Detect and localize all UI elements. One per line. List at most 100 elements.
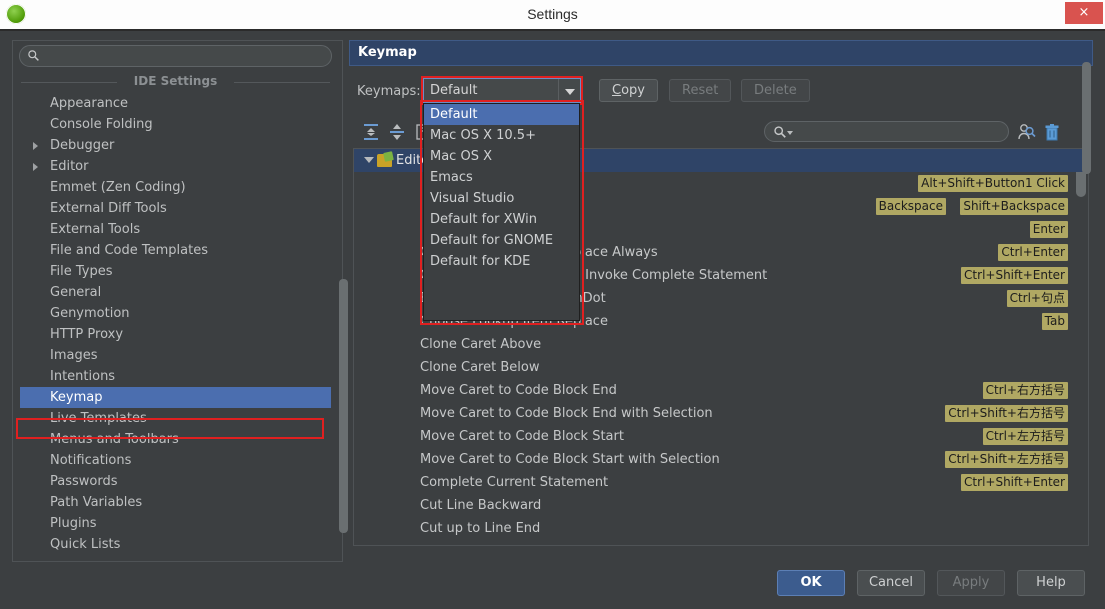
dropdown-option-default-for-kde[interactable]: Default for KDE — [424, 251, 579, 272]
dropdown-option-default-for-xwin[interactable]: Default for XWin — [424, 209, 579, 230]
action-row[interactable]: Complete Current Statement Ctrl+Shift+Ent… — [354, 471, 1088, 494]
sidebar-item-emmet-zen-coding[interactable]: Emmet (Zen Coding) — [20, 177, 331, 198]
help-button[interactable]: Help — [1017, 570, 1085, 596]
action-name: Move Caret to Code Block Start with Sele… — [420, 448, 720, 471]
action-name: Move Caret to Code Block Start — [420, 425, 624, 448]
sidebar-item-editor[interactable]: Editor — [20, 156, 331, 177]
dropdown-option-mac-os-x[interactable]: Mac OS X — [424, 146, 579, 167]
action-name: Move Caret to Code Block End with Select… — [420, 402, 713, 425]
dropdown-option-default-for-gnome[interactable]: Default for GNOME — [424, 230, 579, 251]
keymap-dropdown-list[interactable]: DefaultMac OS X 10.5+Mac OS XEmacsVisual… — [423, 103, 580, 321]
chevron-right-icon[interactable] — [33, 163, 38, 171]
chevron-down-icon[interactable] — [364, 157, 374, 163]
settings-categories-panel: IDE Settings Appearance Console Folding De… — [12, 40, 343, 562]
dialog-button-bar: OK Cancel Apply Help — [0, 567, 1105, 609]
sidebar-item-label: Keymap — [50, 390, 102, 405]
shortcut-badge: Alt+Shift+Button1 Click — [918, 175, 1068, 192]
dropdown-option-default[interactable]: Default — [424, 104, 579, 125]
delete-filter-icon[interactable] — [1042, 122, 1062, 142]
sidebar-item-label: Path Variables — [50, 495, 142, 510]
window-title: Settings — [0, 0, 1105, 29]
action-name: Complete Current Statement — [420, 471, 608, 494]
collapse-all-icon[interactable] — [387, 122, 407, 142]
sidebar-item-label: Plugins — [50, 516, 97, 531]
sidebar-item-label: Images — [50, 348, 98, 363]
sidebar-item-path-variables[interactable]: Path Variables — [20, 492, 331, 513]
settings-tree[interactable]: Appearance Console Folding DebuggerEditor E… — [20, 93, 331, 555]
copy-button[interactable]: Copy — [599, 79, 658, 102]
sidebar-item-general[interactable]: General — [20, 282, 331, 303]
action-row[interactable]: Move Caret to Code Block Start Ctrl+左方括号 — [354, 425, 1088, 448]
sidebar-item-label: HTTP Proxy — [50, 327, 123, 342]
sidebar-item-debugger[interactable]: Debugger — [20, 135, 331, 156]
sidebar-item-quick-lists[interactable]: Quick Lists — [20, 534, 331, 555]
dropdown-option-mac-os-x-10-5[interactable]: Mac OS X 10.5+ — [424, 125, 579, 146]
search-input[interactable] — [19, 45, 332, 67]
sidebar-item-label: Appearance — [50, 96, 128, 111]
detail-header: Keymap — [349, 40, 1093, 66]
sidebar-item-label: Emmet (Zen Coding) — [50, 180, 186, 195]
sidebar-item-label: Quick Lists — [50, 537, 120, 552]
shortcut-badge: Ctrl+Enter — [998, 244, 1068, 261]
close-icon[interactable]: × — [1065, 2, 1103, 24]
sidebar-item-live-templates[interactable]: Live Templates — [20, 408, 331, 429]
ok-button[interactable]: OK — [777, 570, 845, 596]
keymap-detail-panel: Keymap Keymaps: Default Copy Reset Delet… — [349, 40, 1093, 560]
sidebar-item-images[interactable]: Images — [20, 345, 331, 366]
dropdown-scrollbar[interactable] — [1082, 62, 1091, 174]
keymaps-label: Keymaps: — [357, 84, 421, 99]
shortcut-badge: Ctrl+左方括号 — [983, 428, 1068, 445]
sidebar-item-http-proxy[interactable]: HTTP Proxy — [20, 324, 331, 345]
sidebar-item-label: Genymotion — [50, 306, 130, 321]
sidebar-item-label: File Types — [50, 264, 113, 279]
sidebar-item-genymotion[interactable]: Genymotion — [20, 303, 331, 324]
shortcut-badge: Tab — [1042, 313, 1068, 330]
copy-label-rest: opy — [621, 83, 645, 98]
shortcut-badge: Ctrl+Shift+Enter — [961, 474, 1068, 491]
sidebar-item-file-types[interactable]: File Types — [20, 261, 331, 282]
shortcut-badge: Ctrl+句点 — [1007, 290, 1068, 307]
shortcut-badge: Enter — [1030, 221, 1068, 238]
expand-all-icon[interactable] — [361, 122, 381, 142]
action-row[interactable]: Cut up to Line End — [354, 517, 1088, 540]
sidebar-scrollbar[interactable] — [339, 279, 348, 533]
action-row[interactable]: Move Caret to Code Block Start with Sele… — [354, 448, 1088, 471]
action-row[interactable]: Clone Caret Below — [354, 356, 1088, 379]
action-row[interactable]: Clone Caret Above — [354, 333, 1088, 356]
sidebar-item-console-folding[interactable]: Console Folding — [20, 114, 331, 135]
sidebar-item-external-tools[interactable]: External Tools — [20, 219, 331, 240]
sidebar-item-intentions[interactable]: Intentions — [20, 366, 331, 387]
sidebar-item-label: External Diff Tools — [50, 201, 167, 216]
copy-mnemonic: C — [612, 83, 621, 98]
shortcut-badge: Backspace — [876, 198, 946, 215]
sidebar-item-external-diff-tools[interactable]: External Diff Tools — [20, 198, 331, 219]
sidebar-item-label: Console Folding — [50, 117, 153, 132]
sidebar-item-label: Menus and Toolbars — [50, 432, 179, 447]
sidebar-item-label: Notifications — [50, 453, 131, 468]
sidebar-item-notifications[interactable]: Notifications — [20, 450, 331, 471]
find-actions-input[interactable] — [764, 121, 1009, 142]
dropdown-option-emacs[interactable]: Emacs — [424, 167, 579, 188]
sidebar-item-plugins[interactable]: Plugins — [20, 513, 331, 534]
action-name: Cut up to Line End — [420, 517, 540, 540]
action-name: Clone Caret Above — [420, 333, 541, 356]
sidebar-item-keymap[interactable]: Keymap — [20, 387, 331, 408]
sidebar-item-file-and-code-templates[interactable]: File and Code Templates — [20, 240, 331, 261]
action-row[interactable]: Cut Line Backward — [354, 494, 1088, 517]
sidebar-item-menus-and-toolbars[interactable]: Menus and Toolbars — [20, 429, 331, 450]
action-row[interactable]: Move Caret to Code Block EndCtrl+右方括号 — [354, 379, 1088, 402]
dropdown-option-visual-studio[interactable]: Visual Studio — [424, 188, 579, 209]
ide-settings-group-header: IDE Settings — [19, 74, 332, 90]
shortcut-badge-secondary: Shift+Backspace — [960, 198, 1068, 215]
chevron-right-icon[interactable] — [33, 142, 38, 150]
find-shortcut-icon[interactable] — [1016, 122, 1036, 142]
action-name: Clone Caret Below — [420, 356, 539, 379]
chevron-down-icon[interactable] — [787, 131, 793, 135]
action-row[interactable]: Move Caret to Code Block End with Select… — [354, 402, 1088, 425]
sidebar-item-passwords[interactable]: Passwords — [20, 471, 331, 492]
cancel-button[interactable]: Cancel — [857, 570, 925, 596]
folder-icon — [377, 154, 392, 167]
sidebar-item-label: Passwords — [50, 474, 118, 489]
settings-search-field[interactable] — [19, 45, 332, 67]
sidebar-item-appearance[interactable]: Appearance — [20, 93, 331, 114]
